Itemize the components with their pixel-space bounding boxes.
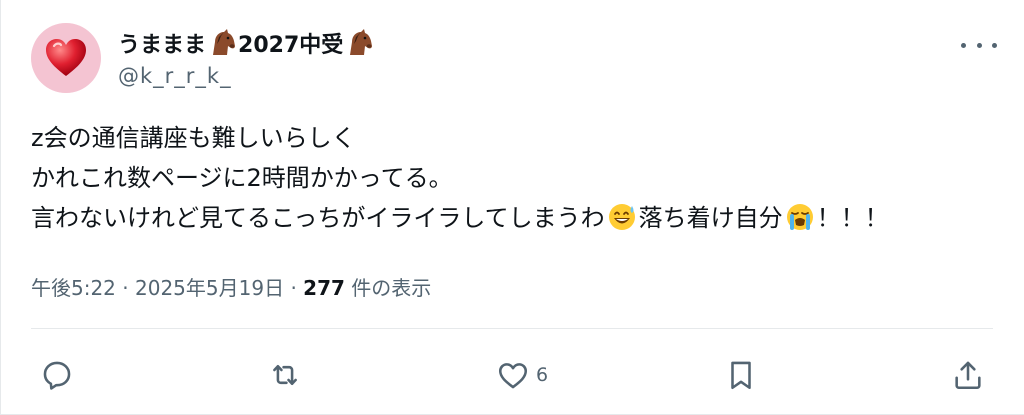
more-dot-icon (992, 42, 997, 48)
tweet-line-2: かれこれ数ページに2時間かかってる。 (31, 164, 453, 192)
display-name-suffix: 2027中受 (238, 33, 344, 58)
bookmark-icon (731, 361, 751, 390)
meta-separator: · (122, 276, 129, 300)
action-bar: 6 (0, 355, 1024, 395)
share-icon (955, 361, 981, 390)
display-name[interactable]: うままま 2027中受 (118, 26, 375, 60)
bookmark-button[interactable] (724, 355, 758, 395)
heart-icon (498, 363, 528, 389)
views-label: 件の表示 (351, 276, 432, 300)
tweet-line-1: z会の通信講座も難しいらしく (31, 124, 356, 152)
horse-face-icon (213, 29, 236, 55)
reply-icon (43, 361, 71, 390)
tweet-line-3-part-b: 落ち着け自分 (638, 204, 783, 232)
sweat-smile-emoji-icon (608, 204, 635, 230)
tweet-card: うままま 2027中受 @k_r_r_k_ z会の通信講座も難しいらしく かれこ… (0, 0, 1024, 415)
tweet-date[interactable]: 2025年5月19日 (135, 276, 284, 300)
reply-button[interactable] (40, 355, 74, 395)
tweet-time[interactable]: 午後5:22 (31, 276, 116, 300)
user-handle[interactable]: @k_r_r_k_ (118, 64, 232, 88)
like-button[interactable]: 6 (496, 355, 548, 395)
tweet-line-3: 言わないけれど見てるこっちがイライラしてしまうわ 落ち着け自分 ！！！ (31, 198, 991, 238)
avatar[interactable] (31, 23, 101, 93)
retweet-icon (273, 364, 297, 386)
card-left-border (0, 0, 1, 415)
divider (31, 328, 993, 329)
views-count[interactable]: 277 (303, 276, 345, 300)
like-count: 6 (536, 364, 549, 386)
tweet-line-3-part-a: 言わないけれど見てるこっちがイライラしてしまうわ (31, 204, 605, 232)
tweet-line-3-part-c: ！！！ (816, 204, 889, 232)
horse-face-icon (350, 29, 373, 55)
tweet-text: z会の通信講座も難しいらしく かれこれ数ページに2時間かかってる。 言わないけれ… (31, 118, 991, 238)
display-name-text: うままま (118, 33, 207, 58)
heart-avatar-icon (46, 39, 86, 76)
meta-separator: · (290, 276, 297, 300)
more-dot-icon (961, 42, 966, 48)
share-button[interactable] (951, 355, 985, 395)
retweet-button[interactable] (268, 355, 302, 395)
more-dot-icon (976, 42, 982, 48)
tweet-meta: 午後5:22 · 2025年5月19日 · 277 件の表示 (31, 272, 431, 301)
more-options-button[interactable] (961, 33, 997, 57)
loudly-crying-emoji-icon (786, 204, 813, 230)
